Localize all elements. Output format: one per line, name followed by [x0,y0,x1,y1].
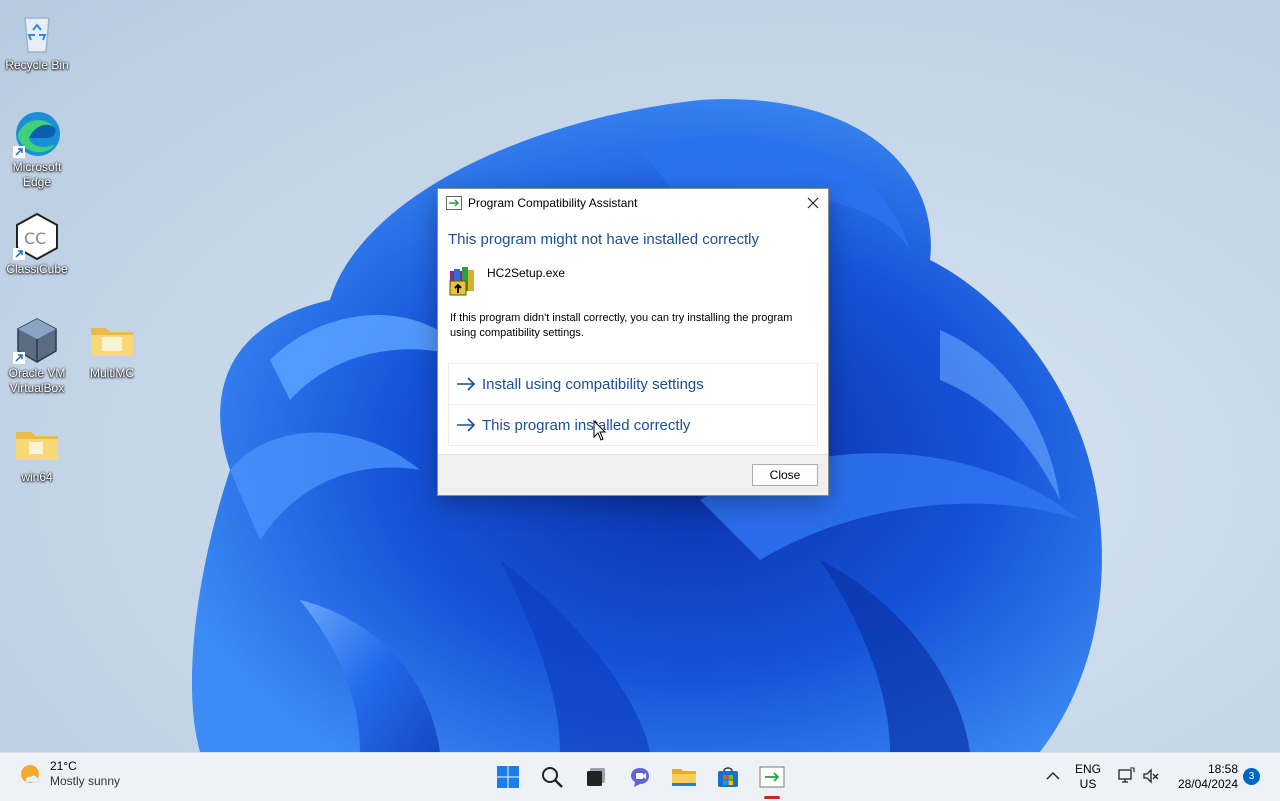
desktop-icon-label: ClassiCube [6,262,68,276]
compatibility-assistant-icon [446,196,462,210]
recycle-bin-icon [24,17,50,53]
compatibility-assistant-icon [759,766,785,788]
desktop-icon-label: Microsoft Edge [12,160,62,189]
notification-badge[interactable]: 3 [1243,768,1260,785]
clock-date: 28/04/2024 [1177,777,1238,791]
language-code: ENG [1074,762,1101,776]
active-window-indicator [764,796,780,799]
close-icon [807,197,819,209]
search-button[interactable] [538,763,566,791]
desktop-icon-label: Recycle Bin [5,58,69,72]
edge-icon [13,112,60,158]
program-info: HC2Setup.exe [448,265,565,297]
option-label: This program installed correctly [482,416,691,434]
installer-icon [449,267,474,296]
arrow-right-icon [457,418,476,432]
arrow-right-icon [457,377,476,391]
svg-text:CC: CC [24,229,46,248]
store-button[interactable] [714,763,742,791]
volume-muted-icon[interactable] [1142,767,1160,785]
close-button[interactable]: Close [752,464,818,486]
dialog-footer: Close [438,454,828,495]
close-window-button[interactable] [798,189,828,217]
mouse-cursor-icon [593,420,607,441]
start-button[interactable] [494,763,522,791]
dialog-heading: This program might not have installed co… [448,231,759,248]
search-icon [542,767,563,788]
dialog-titlebar[interactable]: Program Compatibility Assistant [438,189,828,217]
desktop-icon-label: Oracle VM VirtualBox [8,366,66,395]
classicube-icon: CC [13,212,58,260]
weather-condition: Mostly sunny [50,774,121,788]
compatibility-assistant-taskbar-button[interactable] [758,763,786,791]
chat-icon [631,768,649,787]
task-view-icon [587,768,605,786]
chevron-up-icon[interactable] [1045,768,1061,784]
store-icon [718,767,738,787]
compatibility-dialog: Program Compatibility Assistant This pro… [437,188,829,496]
desktop-icon-virtualbox[interactable]: Oracle VM VirtualBox [0,316,74,396]
desktop-icon-multimc[interactable]: MultiMC [75,316,149,381]
desktop-icon-label: MultiMC [90,366,134,380]
file-explorer-icon [672,769,696,786]
chat-button[interactable] [626,763,654,791]
weather-widget[interactable]: 21°C Mostly sunny [18,759,120,789]
desktop-icon-classicube[interactable]: CC ClassiCube [0,212,74,277]
dialog-title: Program Compatibility Assistant [468,196,638,210]
file-explorer-button[interactable] [670,763,698,791]
keyboard-layout: US [1079,777,1097,791]
folder-icon [91,328,133,356]
clock[interactable]: 18:58 28/04/2024 [1170,762,1238,792]
input-language-indicator[interactable]: ENG US [1070,762,1106,792]
desktop-icon-label: win64 [21,470,53,484]
program-name: HC2Setup.exe [487,266,566,280]
weather-temperature: 21°C [50,759,77,773]
install-compatibility-option[interactable]: Install using compatibility settings [448,363,818,405]
taskbar: 21°C Mostly sunny ENG US 18:58 28/04/202… [0,752,1280,801]
desktop-icon-win64[interactable]: win64 [0,420,74,485]
dialog-description: If this program didn't install correctly… [450,312,793,339]
desktop-icon-microsoft-edge[interactable]: Microsoft Edge [0,110,74,190]
option-label: Install using compatibility settings [482,375,704,393]
partly-sunny-icon [21,765,40,783]
clock-time: 18:58 [1207,762,1238,776]
virtualbox-icon [13,318,57,364]
program-installed-correctly-option[interactable]: This program installed correctly [448,404,818,446]
folder-icon [16,432,58,460]
network-icon[interactable] [1117,767,1135,785]
task-view-button[interactable] [582,763,610,791]
start-icon [497,766,519,788]
desktop-icon-recycle-bin[interactable]: Recycle Bin [0,8,74,73]
